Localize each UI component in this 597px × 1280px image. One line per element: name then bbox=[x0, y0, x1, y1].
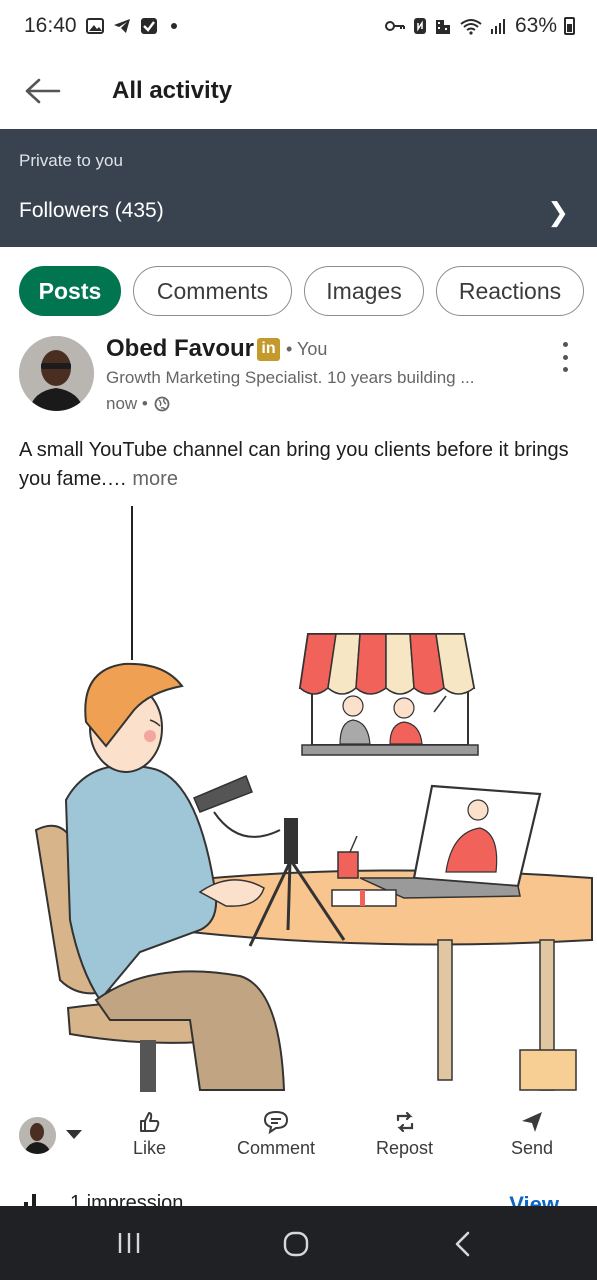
tab-comments[interactable]: Comments bbox=[133, 266, 292, 316]
followers-banner[interactable]: Private to you Followers (435) ❯ bbox=[0, 129, 597, 247]
key-icon bbox=[384, 21, 405, 31]
you-label: • You bbox=[286, 338, 328, 359]
tab-images[interactable]: Images bbox=[304, 266, 424, 316]
arrow-left-icon bbox=[25, 78, 61, 103]
back-button[interactable] bbox=[0, 52, 86, 129]
comment-icon bbox=[264, 1110, 289, 1134]
linkedin-premium-icon: in bbox=[257, 337, 281, 361]
followers-count: Followers (435) bbox=[19, 199, 164, 222]
impressions-row[interactable]: 1 impression View bbox=[0, 1188, 597, 1206]
thumbs-up-icon bbox=[139, 1112, 159, 1132]
post-action-bar: Like Comment Repost Send bbox=[0, 1104, 597, 1172]
comment-button[interactable]: Comment bbox=[237, 1110, 315, 1159]
recent-apps-icon[interactable] bbox=[116, 1230, 142, 1256]
repost-icon bbox=[396, 1111, 413, 1133]
private-label: Private to you bbox=[19, 151, 123, 170]
post-text[interactable]: A small YouTube channel can bring you cl… bbox=[19, 436, 579, 494]
home-icon[interactable] bbox=[282, 1230, 310, 1258]
like-label: Like bbox=[133, 1138, 167, 1158]
wifi-icon bbox=[460, 19, 482, 35]
back-nav-icon[interactable] bbox=[452, 1230, 474, 1258]
post-time-text: now • bbox=[106, 394, 148, 413]
telegram-icon bbox=[113, 19, 130, 33]
globe-icon bbox=[154, 396, 170, 412]
repost-label: Repost bbox=[376, 1138, 434, 1158]
author-headline: Growth Marketing Specialist. 10 years bu… bbox=[106, 368, 475, 387]
tab-reactions[interactable]: Reactions bbox=[436, 266, 584, 316]
send-button[interactable]: Send bbox=[511, 1110, 553, 1159]
system-nav-bar bbox=[0, 1206, 597, 1280]
impressions-text: 1 impression bbox=[70, 1192, 184, 1206]
see-more-link[interactable]: more bbox=[127, 468, 178, 490]
notification-dot bbox=[170, 23, 177, 29]
storefront-drawing bbox=[298, 633, 479, 756]
post-header: Obed Favour in • You Growth Marketing Sp… bbox=[0, 334, 597, 424]
avatar-photo bbox=[19, 336, 94, 411]
analytics-bars-icon bbox=[24, 1194, 36, 1206]
post-overflow-menu-icon[interactable] bbox=[555, 342, 575, 372]
youtuber-illustration bbox=[34, 506, 593, 1092]
author-name[interactable]: Obed Favour bbox=[106, 335, 254, 363]
comment-label: Comment bbox=[237, 1138, 316, 1158]
like-button[interactable]: Like bbox=[133, 1110, 166, 1159]
app-bar: All activity bbox=[0, 52, 597, 129]
repost-button[interactable]: Repost bbox=[376, 1110, 433, 1159]
send-label: Send bbox=[511, 1138, 554, 1158]
battery-icon bbox=[564, 17, 575, 35]
page-title: All activity bbox=[112, 76, 233, 104]
caret-down-icon[interactable] bbox=[66, 1130, 82, 1139]
chevron-right-icon: ❯ bbox=[547, 197, 569, 227]
battery-percent: 63% bbox=[514, 14, 557, 37]
activity-tabs: Posts Comments Images Reactions bbox=[0, 266, 597, 316]
post-time: now • bbox=[106, 394, 170, 414]
building-icon bbox=[435, 20, 450, 34]
send-icon bbox=[522, 1112, 543, 1132]
reaction-identity-avatar[interactable] bbox=[19, 1117, 56, 1154]
view-analytics-link[interactable]: View bbox=[509, 1192, 559, 1206]
status-bar: 16:40 63% bbox=[0, 0, 597, 52]
checkbox-icon bbox=[140, 18, 157, 34]
post-image[interactable] bbox=[0, 500, 597, 1100]
author-name-row[interactable]: Obed Favour in • You bbox=[106, 335, 327, 363]
clock: 16:40 bbox=[24, 14, 77, 37]
nfc-icon bbox=[413, 18, 426, 34]
author-avatar[interactable] bbox=[19, 336, 94, 411]
post-body: A small YouTube channel can bring you cl… bbox=[19, 439, 569, 490]
signal-icon bbox=[490, 19, 505, 34]
gallery-icon bbox=[85, 18, 104, 34]
avatar-photo-small bbox=[19, 1117, 56, 1154]
laptop-drawing bbox=[359, 784, 542, 899]
tab-posts[interactable]: Posts bbox=[19, 266, 121, 316]
